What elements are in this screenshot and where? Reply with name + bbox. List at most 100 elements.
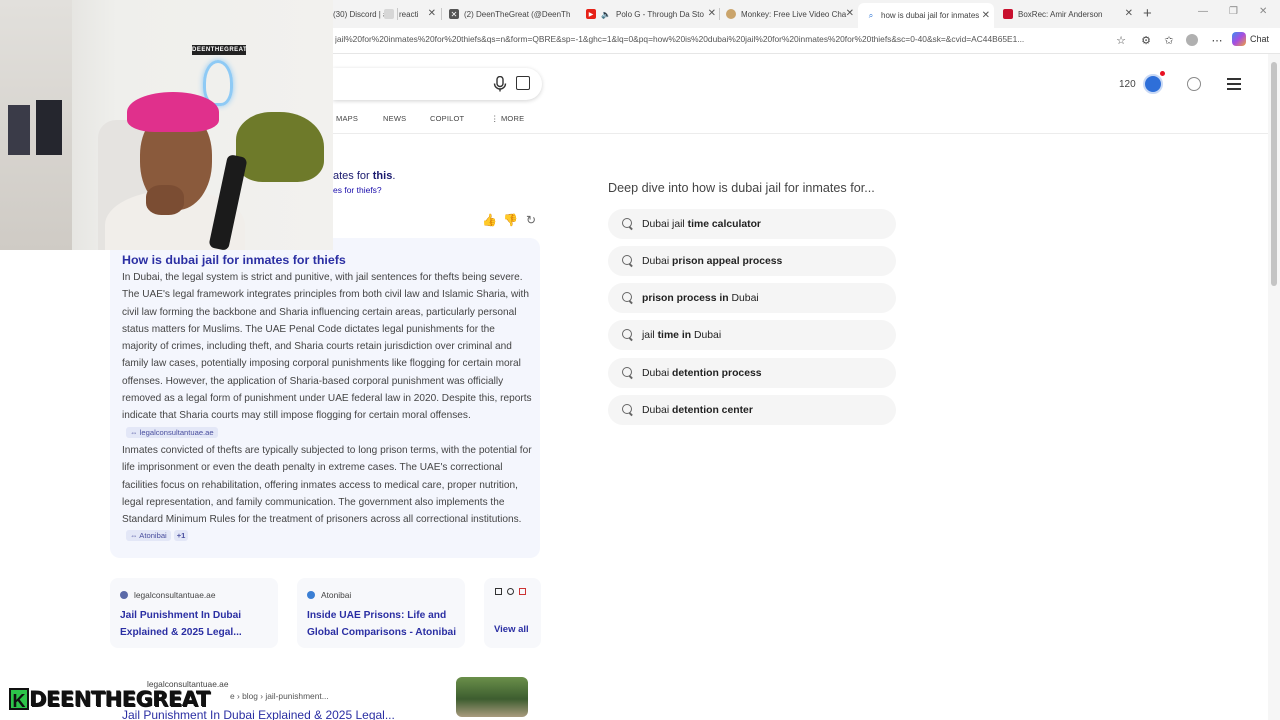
tab-icon: [384, 9, 394, 19]
scope-more[interactable]: ⋮ MORE: [491, 114, 524, 123]
webcam-wall-sign: DEENTHEGREAT: [192, 45, 248, 55]
chat-label: Chat: [1250, 34, 1270, 44]
search-icon: [622, 404, 634, 416]
source-site: legalconsultantuae.ae: [120, 590, 216, 600]
tab-boxrec[interactable]: BoxRec: Amir Anderson ✕: [1003, 4, 1133, 24]
page-scrollbar[interactable]: [1268, 54, 1280, 720]
close-window-icon[interactable]: ✕: [1259, 6, 1267, 17]
scope-news[interactable]: NEWS: [383, 114, 406, 123]
rewards-icon[interactable]: [1143, 71, 1165, 94]
search-icon: [622, 218, 634, 230]
source-card[interactable]: Atonibai Inside UAE Prisons: Life and Gl…: [297, 578, 465, 648]
close-tab-icon[interactable]: ✕: [846, 8, 854, 19]
related-search-item[interactable]: prison process in Dubai: [608, 283, 896, 313]
search-icon: [622, 292, 634, 304]
result-thumbnail[interactable]: [456, 677, 528, 717]
related-search-item[interactable]: Dubai prison appeal process: [608, 246, 896, 276]
watermark-name: DEENTHEGREAT: [29, 687, 210, 711]
webcam-poster: [36, 100, 62, 155]
webcam-streamer-durag: [127, 92, 219, 132]
rewards-points[interactable]: 120: [1119, 79, 1136, 90]
tab-bing-search[interactable]: ⌕ how is dubai jail for inmates ✕: [858, 3, 994, 28]
new-tab-button[interactable]: +: [1143, 5, 1152, 22]
tab-youtube[interactable]: ▶ 🔈 Polo G - Through Da Sto ✕: [586, 4, 716, 24]
search-icon: [622, 255, 634, 267]
view-all-link[interactable]: View all: [494, 624, 529, 635]
view-all-card[interactable]: View all: [484, 578, 541, 648]
account-icon[interactable]: [1187, 77, 1201, 91]
source-site: Atonibai: [307, 590, 351, 600]
citation-chip[interactable]: ⇔ legalconsultantuae.ae: [126, 426, 218, 438]
notification-dot: [1160, 71, 1165, 76]
citation-chip[interactable]: ⇔ Atonibai: [126, 530, 171, 542]
webcam-poster: [8, 105, 30, 155]
tab-title: Polo G - Through Da Sto: [616, 9, 704, 19]
copilot-chat-button[interactable]: Chat: [1232, 32, 1269, 46]
close-tab-icon[interactable]: ✕: [1125, 8, 1133, 19]
result-breadcrumb: e › blog › jail-punishment...: [230, 691, 329, 701]
tab-title: how is dubai jail for inmates: [881, 11, 980, 20]
tab-title: BoxRec: Amir Anderson: [1018, 9, 1103, 19]
streamer-watermark: K DEENTHEGREAT: [9, 686, 210, 712]
copilot-icon: [1232, 32, 1246, 46]
answer-title[interactable]: How is dubai jail for inmates for thiefs: [122, 253, 346, 267]
tab-monkey[interactable]: Monkey: Free Live Video Cha ✕: [726, 4, 854, 24]
tab-title: (30) Discord | #: [333, 9, 388, 19]
watermark-k-logo: K: [9, 688, 29, 711]
visual-search-icon[interactable]: [516, 76, 530, 90]
scrollbar-thumb[interactable]: [1271, 62, 1277, 286]
menu-icon[interactable]: [1227, 78, 1241, 93]
url-field[interactable]: jail%20for%20inmates%20for%20thiefs&qs=n…: [335, 34, 1107, 44]
more-citations-chip[interactable]: +1: [173, 530, 189, 542]
tab-title: (2) DeenTheGreat (@DeenTh: [464, 9, 571, 19]
link-icon: ⇔: [130, 427, 140, 437]
favorites-icon[interactable]: ✩: [1162, 33, 1176, 47]
answer-paragraph: Inmates convicted of thefts are typicall…: [122, 444, 532, 526]
scope-more-label: MORE: [500, 114, 525, 123]
more-dots-icon: ⋮: [491, 114, 501, 123]
webcam-streamer-hand: [146, 185, 184, 215]
close-tab-icon[interactable]: ✕: [428, 8, 436, 19]
x-icon: ✕: [449, 9, 459, 19]
microphone-icon[interactable]: [493, 76, 507, 92]
site-favicons: [495, 588, 526, 595]
result-snippet-fragment: ates for this.: [333, 170, 396, 182]
related-heading: Deep dive into how is dubai jail for inm…: [608, 181, 875, 195]
tab-title: Monkey: Free Live Video Cha: [741, 9, 847, 19]
tab-reaction[interactable]: reacti ✕: [384, 4, 436, 24]
search-box[interactable]: [333, 68, 542, 100]
source-title[interactable]: Inside UAE Prisons: Life and Global Comp…: [307, 607, 457, 641]
source-title[interactable]: Jail Punishment In Dubai Explained & 202…: [120, 607, 270, 641]
close-tab-icon[interactable]: ✕: [982, 10, 990, 21]
favorite-star-icon[interactable]: ☆: [1114, 33, 1128, 47]
related-search-item[interactable]: Dubai jail time calculator: [608, 209, 896, 239]
boxrec-icon: [1003, 9, 1013, 19]
maximize-icon[interactable]: ❐: [1229, 6, 1238, 17]
site-favicon-icon: [120, 591, 128, 599]
speaker-icon[interactable]: 🔈: [601, 9, 611, 19]
webcam-overlay: DEENTHEGREAT: [0, 0, 333, 250]
profile-icon[interactable]: [1186, 34, 1198, 46]
regenerate-icon[interactable]: ↻: [526, 213, 536, 227]
minimize-icon[interactable]: —: [1198, 6, 1208, 17]
thumbs-down-icon[interactable]: 👎: [503, 213, 518, 227]
related-search-item[interactable]: jail time in Dubai: [608, 320, 896, 350]
scope-maps[interactable]: MAPS: [336, 114, 358, 123]
ai-answer-card: How is dubai jail for inmates for thiefs…: [110, 238, 540, 558]
youtube-icon: ▶: [586, 9, 596, 19]
webcam-plush-toy: [236, 112, 324, 182]
site-favicon-icon: [307, 591, 315, 599]
search-icon: [622, 329, 634, 341]
source-card[interactable]: legalconsultantuae.ae Jail Punishment In…: [110, 578, 278, 648]
result-link-fragment[interactable]: es for thiefs?: [333, 185, 382, 195]
thumbs-up-icon[interactable]: 👍: [482, 213, 497, 227]
related-search-item[interactable]: Dubai detention process: [608, 358, 896, 388]
related-search-item[interactable]: Dubai detention center: [608, 395, 896, 425]
tab-twitter[interactable]: ✕ (2) DeenTheGreat (@DeenTh: [449, 4, 577, 24]
scope-copilot[interactable]: COPILOT: [430, 114, 464, 123]
extensions-icon[interactable]: ⚙: [1139, 33, 1153, 47]
monkey-icon: [726, 9, 736, 19]
more-options-icon[interactable]: ⋯: [1210, 33, 1224, 47]
close-tab-icon[interactable]: ✕: [708, 8, 716, 19]
search-icon: ⌕: [868, 10, 874, 20]
